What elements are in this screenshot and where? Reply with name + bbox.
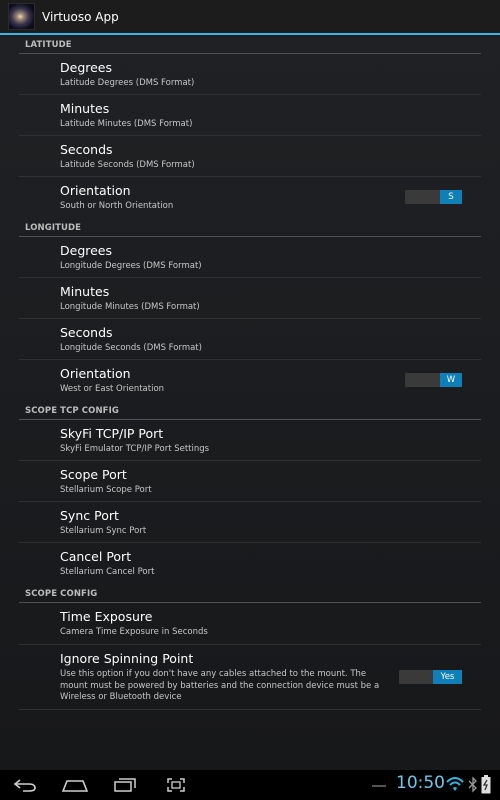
category-latitude: LATITUDE (19, 37, 481, 54)
preferences-list: LATITUDE Degrees Latitude Degrees (DMS F… (0, 37, 500, 770)
toggle-thumb: W (440, 373, 462, 387)
toggle-thumb: S (440, 190, 462, 204)
pref-title: Minutes (60, 101, 110, 116)
orientation-longitude-toggle[interactable]: W (405, 373, 462, 387)
pref-title: Ignore Spinning Point (60, 651, 194, 666)
toggle-thumb: Yes (433, 670, 462, 684)
pref-title: Orientation (60, 366, 131, 381)
pref-title: Seconds (60, 325, 113, 340)
pref-longitude-minutes[interactable]: Minutes Longitude Minutes (DMS Format) (19, 278, 481, 319)
pref-title: Degrees (60, 243, 113, 258)
pref-summary: Stellarium Cancel Port (60, 567, 155, 577)
app-title: Virtuoso App (42, 9, 119, 24)
status-clock[interactable]: 10:50 (396, 773, 445, 793)
pref-latitude-seconds[interactable]: Seconds Latitude Seconds (DMS Format) (19, 136, 481, 177)
pref-latitude-degrees[interactable]: Degrees Latitude Degrees (DMS Format) (19, 54, 481, 95)
category-longitude: LONGITUDE (19, 220, 481, 237)
app-icon[interactable] (8, 3, 35, 30)
pref-longitude-orientation[interactable]: Orientation West or East Orientation W (19, 360, 481, 401)
pref-summary: Longitude Degrees (DMS Format) (60, 261, 202, 271)
pref-title: Degrees (60, 60, 113, 75)
pref-longitude-degrees[interactable]: Degrees Longitude Degrees (DMS Format) (19, 237, 481, 278)
pref-summary: Stellarium Sync Port (60, 526, 147, 536)
pref-summary: Stellarium Scope Port (60, 485, 152, 495)
pref-summary: Longitude Minutes (DMS Format) (60, 302, 200, 312)
wifi-icon (446, 777, 464, 791)
pref-summary: Camera Time Exposure in Seconds (60, 627, 208, 637)
recent-apps-icon[interactable] (114, 778, 136, 792)
pref-summary: Longitude Seconds (DMS Format) (60, 343, 202, 353)
home-icon[interactable] (62, 778, 88, 792)
pref-title: Scope Port (60, 467, 127, 482)
pref-ignore-spinning-point[interactable]: Ignore Spinning Point Use this option if… (19, 645, 481, 710)
notification-dash-icon[interactable] (372, 784, 386, 788)
pref-latitude-orientation[interactable]: Orientation South or North Orientation S (19, 177, 481, 218)
pref-longitude-seconds[interactable]: Seconds Longitude Seconds (DMS Format) (19, 319, 481, 360)
pref-summary: South or North Orientation (60, 201, 174, 211)
pref-sync-port[interactable]: Sync Port Stellarium Sync Port (19, 502, 481, 543)
pref-scope-port[interactable]: Scope Port Stellarium Scope Port (19, 461, 481, 502)
pref-title: Sync Port (60, 508, 119, 523)
pref-summary: Latitude Seconds (DMS Format) (60, 160, 195, 170)
pref-summary: West or East Orientation (60, 384, 165, 394)
category-scope-config: SCOPE CONFIG (19, 586, 481, 603)
pref-summary: Use this option if you don't have any ca… (60, 669, 380, 703)
pref-title: Orientation (60, 183, 131, 198)
pref-cancel-port[interactable]: Cancel Port Stellarium Cancel Port (19, 543, 481, 584)
battery-icon (481, 775, 491, 794)
pref-summary: SkyFi Emulator TCP/IP Port Settings (60, 444, 210, 454)
back-icon[interactable] (13, 778, 37, 792)
pref-title: Seconds (60, 142, 113, 157)
category-scope-tcp-config: SCOPE TCP CONFIG (19, 403, 481, 420)
pref-time-exposure[interactable]: Time Exposure Camera Time Exposure in Se… (19, 603, 481, 645)
pref-latitude-minutes[interactable]: Minutes Latitude Minutes (DMS Format) (19, 95, 481, 136)
pref-title: SkyFi TCP/IP Port (60, 426, 164, 441)
pref-summary: Latitude Minutes (DMS Format) (60, 119, 193, 129)
fullscreen-icon[interactable] (167, 778, 185, 792)
pref-title: Time Exposure (60, 609, 153, 624)
ignore-spinning-toggle[interactable]: Yes (399, 670, 462, 684)
pref-title: Cancel Port (60, 549, 132, 564)
pref-skyfi-port[interactable]: SkyFi TCP/IP Port SkyFi Emulator TCP/IP … (19, 420, 481, 461)
bluetooth-icon (468, 776, 477, 793)
system-bar: 10:50 (0, 770, 500, 800)
action-bar: Virtuoso App (0, 0, 500, 35)
pref-title: Minutes (60, 284, 110, 299)
pref-summary: Latitude Degrees (DMS Format) (60, 78, 195, 88)
orientation-latitude-toggle[interactable]: S (405, 190, 462, 204)
